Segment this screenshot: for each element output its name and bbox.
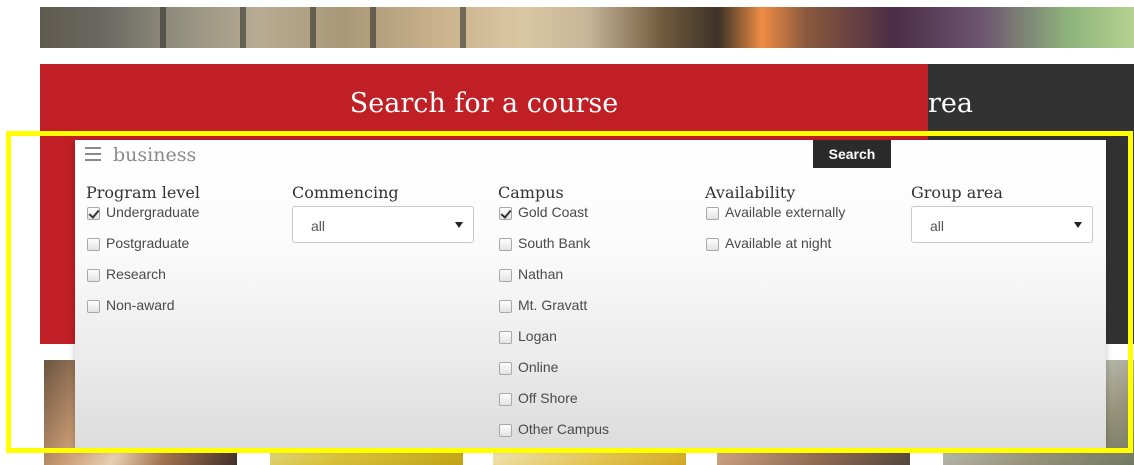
option-label: South Bank — [518, 235, 591, 251]
program-level-option-research[interactable]: Research — [86, 266, 200, 297]
availability-heading: Availability — [705, 183, 796, 202]
checkbox[interactable] — [499, 424, 512, 437]
checkbox-checked[interactable] — [87, 207, 100, 220]
option-label: Non-award — [106, 297, 175, 313]
search-bar: Search — [75, 140, 892, 170]
campus-heading: Campus — [498, 183, 564, 202]
program-level-heading: Program level — [86, 183, 200, 202]
page-title: Search for a course — [349, 88, 619, 119]
group-area-heading: Group area — [911, 183, 1003, 202]
page: Search for a course rea Search Program l… — [0, 0, 1134, 465]
commencing-filter: Commencing all — [292, 182, 474, 243]
checkbox[interactable] — [499, 269, 512, 282]
checkbox[interactable] — [87, 238, 100, 251]
checkbox[interactable] — [87, 269, 100, 282]
select-value: all — [930, 218, 945, 234]
option-label: Gold Coast — [518, 204, 589, 220]
search-input[interactable] — [113, 142, 713, 168]
checkbox[interactable] — [706, 207, 719, 220]
program-level-option-undergraduate[interactable]: Undergraduate — [86, 204, 200, 235]
campus-option-logan[interactable]: Logan — [498, 328, 609, 359]
hero-image-strip — [40, 7, 1134, 48]
campus-option-mt-gravatt[interactable]: Mt. Gravatt — [498, 297, 609, 328]
chevron-down-icon — [455, 222, 463, 228]
option-label: Other Campus — [518, 421, 610, 437]
campus-filter: Campus Gold Coast South Bank Nathan Mt. … — [498, 182, 609, 452]
checkbox-checked[interactable] — [499, 207, 512, 220]
option-label: Mt. Gravatt — [518, 297, 588, 313]
checkbox[interactable] — [499, 393, 512, 406]
checkbox[interactable] — [87, 300, 100, 313]
option-label: Research — [106, 266, 166, 282]
commencing-select[interactable]: all — [292, 206, 474, 243]
program-level-filter: Program level Undergraduate Postgraduate… — [86, 182, 200, 328]
course-search-panel: Search Program level Undergraduate Postg… — [75, 140, 1106, 448]
program-level-option-non-award[interactable]: Non-award — [86, 297, 200, 328]
group-area-select[interactable]: all — [911, 206, 1093, 243]
checkbox[interactable] — [499, 238, 512, 251]
campus-option-gold-coast[interactable]: Gold Coast — [498, 204, 609, 235]
campus-option-other-campus[interactable]: Other Campus — [498, 421, 609, 452]
option-label: Off Shore — [518, 390, 578, 406]
commencing-heading: Commencing — [292, 183, 399, 202]
chevron-down-icon — [1074, 222, 1082, 228]
hamburger-menu-icon[interactable] — [85, 147, 101, 161]
campus-option-off-shore[interactable]: Off Shore — [498, 390, 609, 421]
group-area-filter: Group area all — [911, 182, 1093, 243]
option-label: Postgraduate — [106, 235, 190, 251]
option-label: Available externally — [725, 204, 846, 220]
availability-option-night[interactable]: Available at night — [705, 235, 845, 266]
select-value: all — [311, 218, 326, 234]
checkbox[interactable] — [499, 300, 512, 313]
availability-filter: Availability Available externally Availa… — [705, 182, 845, 266]
side-band-title: rea — [928, 88, 973, 119]
checkbox[interactable] — [706, 238, 719, 251]
campus-option-online[interactable]: Online — [498, 359, 609, 390]
option-label: Available at night — [725, 235, 832, 251]
option-label: Logan — [518, 328, 557, 344]
option-label: Nathan — [518, 266, 564, 282]
option-label: Online — [518, 359, 559, 375]
checkbox[interactable] — [499, 362, 512, 375]
checkbox[interactable] — [499, 331, 512, 344]
option-label: Undergraduate — [106, 204, 200, 220]
campus-option-nathan[interactable]: Nathan — [498, 266, 609, 297]
program-level-option-postgraduate[interactable]: Postgraduate — [86, 235, 200, 266]
search-button[interactable]: Search — [813, 140, 891, 168]
availability-option-externally[interactable]: Available externally — [705, 204, 845, 235]
campus-option-south-bank[interactable]: South Bank — [498, 235, 609, 266]
